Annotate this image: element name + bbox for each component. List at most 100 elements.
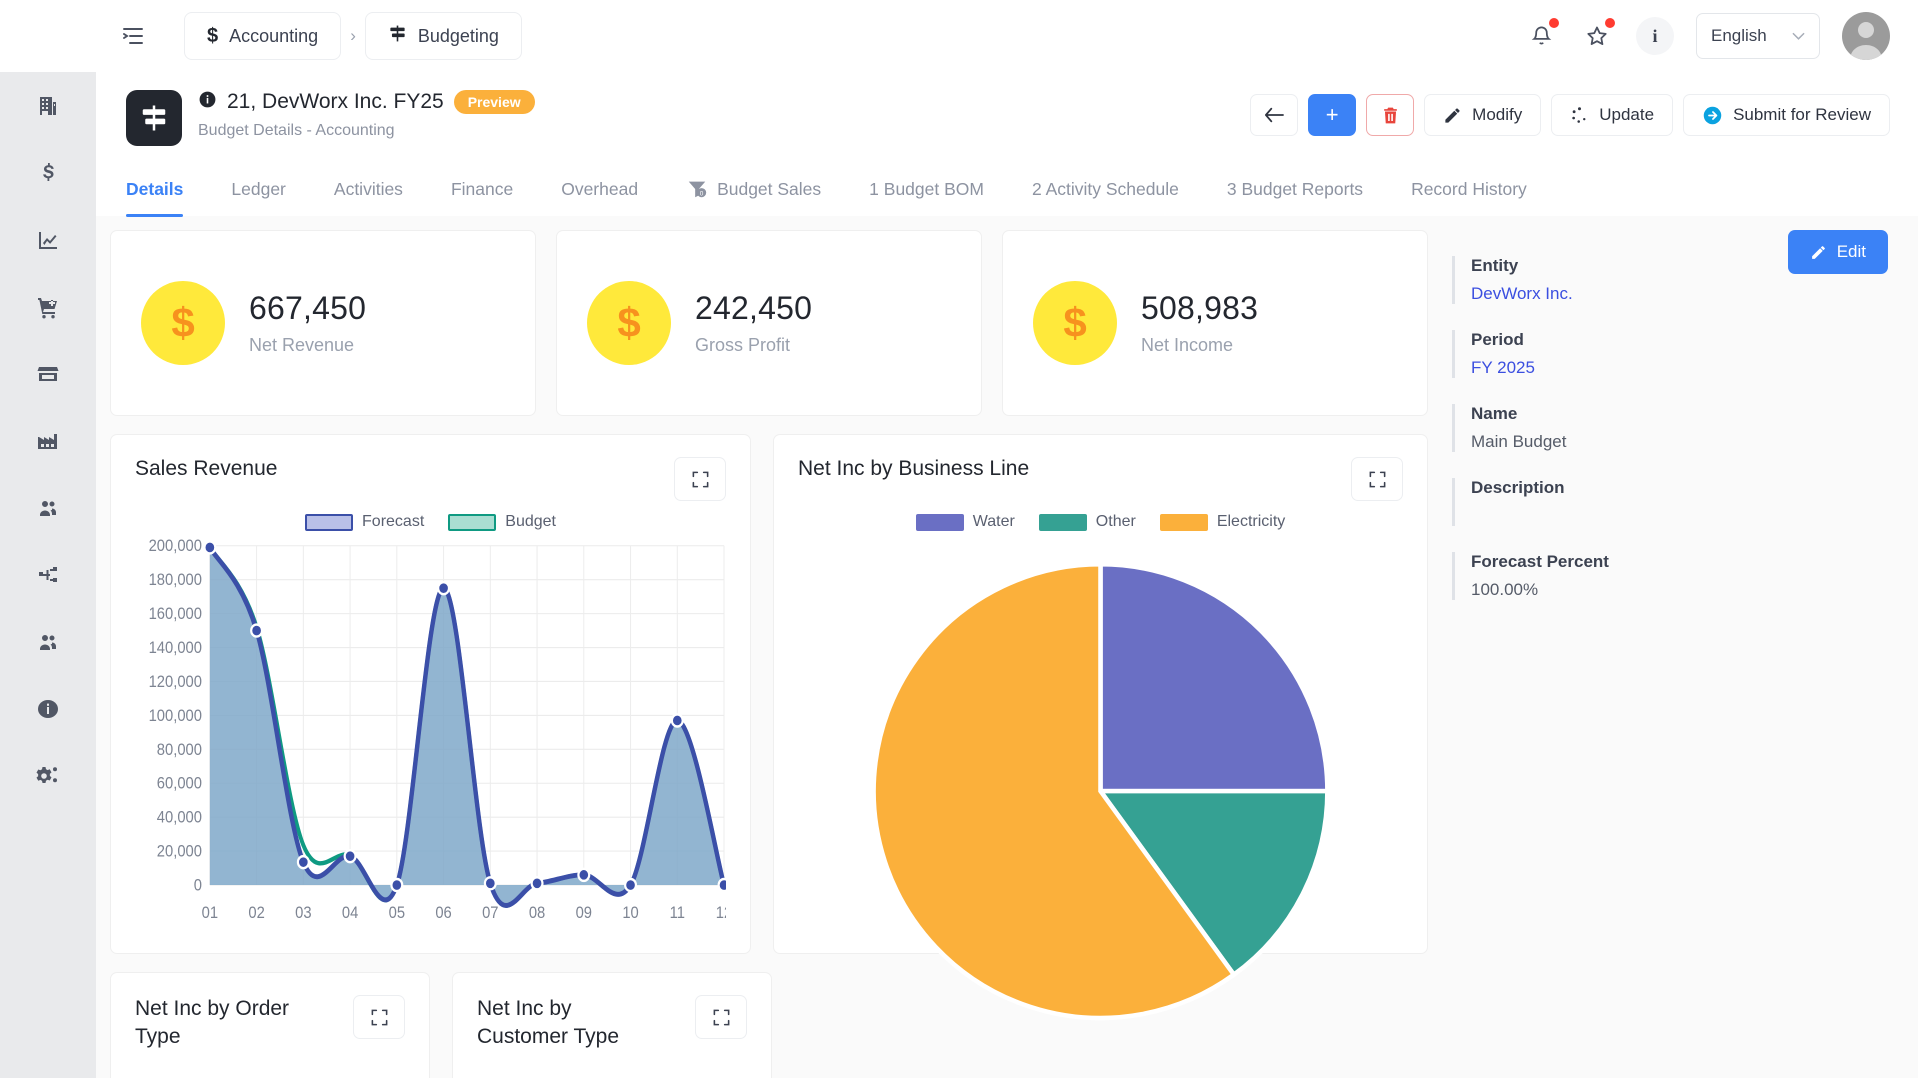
legend-swatch-forecast [305, 514, 353, 531]
info-icon[interactable]: i [1636, 17, 1674, 55]
pie-slice-water[interactable] [1101, 564, 1328, 791]
kpi-card-net-revenue: $ 667,450 Net Revenue [110, 230, 536, 416]
back-button[interactable] [1250, 94, 1298, 136]
field-value[interactable]: DevWorx Inc. [1471, 284, 1888, 304]
legend-item-other[interactable]: Other [1039, 513, 1136, 531]
update-label: Update [1599, 105, 1654, 125]
net-inc-business-line-plot [798, 537, 1403, 1051]
delete-button[interactable] [1366, 94, 1414, 136]
tab-budget-sales-label: Budget Sales [717, 179, 821, 200]
svg-text:20,000: 20,000 [157, 843, 202, 861]
svg-text:80,000: 80,000 [157, 741, 202, 759]
field-name: Name Main Budget [1452, 404, 1888, 452]
kpi-value: 508,983 [1141, 290, 1258, 327]
tab-activity-schedule[interactable]: 2 Activity Schedule [1032, 165, 1179, 216]
sidebar-item-sales[interactable] [0, 340, 96, 407]
expand-sales-revenue-button[interactable] [674, 457, 726, 501]
field-description: Description [1452, 478, 1888, 526]
arrow-right-circle-icon [1702, 105, 1723, 126]
filter-icon: 0 [686, 178, 708, 200]
field-value [1471, 506, 1888, 526]
tab-activity-schedule-label: 2 Activity Schedule [1032, 179, 1179, 200]
chart-card-net-inc-order-type: Net Inc by Order Type [110, 972, 430, 1078]
legend-item-water[interactable]: Water [916, 513, 1015, 531]
status-badge: Preview [454, 90, 535, 114]
tab-record-history[interactable]: Record History [1411, 165, 1527, 216]
modify-button[interactable]: Modify [1424, 94, 1541, 136]
tab-details[interactable]: Details [126, 165, 183, 216]
expand-net-inc-order-type-button[interactable] [353, 995, 405, 1039]
bell-icon[interactable] [1524, 19, 1558, 53]
breadcrumb-budgeting[interactable]: Budgeting [365, 12, 522, 60]
sidebar-item-accounting[interactable] [0, 139, 96, 206]
chart-title: Sales Revenue [135, 457, 277, 481]
sidebar-item-projects[interactable] [0, 541, 96, 608]
edit-button[interactable]: Edit [1788, 230, 1888, 274]
submit-label: Submit for Review [1733, 105, 1871, 125]
sidebar-collapse-icon[interactable] [116, 19, 150, 53]
legend-item-budget[interactable]: Budget [448, 513, 556, 531]
sidebar-item-settings[interactable] [0, 742, 96, 809]
tab-budget-bom[interactable]: 1 Budget BOM [869, 165, 984, 216]
sidebar-item-about[interactable] [0, 675, 96, 742]
sidebar-item-building[interactable] [0, 72, 96, 139]
notification-badge [1549, 18, 1559, 28]
breadcrumb-separator: › [350, 26, 356, 46]
sidebar-item-manufacturing[interactable] [0, 407, 96, 474]
language-select[interactable]: English [1696, 13, 1820, 59]
star-icon[interactable] [1580, 19, 1614, 53]
expand-icon [712, 1008, 731, 1027]
kpi-label: Gross Profit [695, 335, 812, 356]
dollar-icon: $ [141, 281, 225, 365]
expand-net-inc-customer-type-button[interactable] [695, 995, 747, 1039]
legend-swatch-electricity [1160, 514, 1208, 531]
sidebar-item-crm[interactable] [0, 608, 96, 675]
pencil-icon [1810, 244, 1827, 261]
tab-finance[interactable]: Finance [451, 165, 513, 216]
page-header: 21, DevWorx Inc. FY25 Preview Budget Det… [96, 72, 1918, 216]
tab-activities[interactable]: Activities [334, 165, 403, 216]
topbar-actions: i English [1524, 12, 1890, 60]
tab-ledger[interactable]: Ledger [231, 165, 286, 216]
dollar-icon: $ [587, 281, 671, 365]
field-label: Description [1471, 478, 1888, 498]
main-region: $ Accounting › Budgeting [96, 0, 1918, 1078]
legend-label-water: Water [973, 513, 1015, 531]
info-icon[interactable] [198, 90, 217, 114]
legend-item-electricity[interactable]: Electricity [1160, 513, 1285, 531]
tab-bar: Details Ledger Activities Finance Overhe… [126, 164, 1890, 216]
breadcrumb-accounting[interactable]: $ Accounting [184, 12, 341, 60]
dollar-icon: $ [1033, 281, 1117, 365]
svg-text:0: 0 [700, 190, 704, 197]
sidebar-item-analytics[interactable] [0, 206, 96, 273]
page-title: 21, DevWorx Inc. FY25 [227, 90, 444, 114]
tab-overhead[interactable]: Overhead [561, 165, 638, 216]
page-subtitle: Budget Details - Accounting [198, 122, 535, 140]
content-area: 21, DevWorx Inc. FY25 Preview Budget Det… [96, 72, 1918, 1078]
field-value[interactable]: FY 2025 [1471, 358, 1888, 378]
kpi-row: $ 667,450 Net Revenue $ 242,450 Gross Pr… [110, 230, 1428, 416]
tab-budget-reports-label: 3 Budget Reports [1227, 179, 1363, 200]
svg-text:08: 08 [529, 904, 545, 922]
submit-for-review-button[interactable]: Submit for Review [1683, 94, 1890, 136]
chart-card-net-inc-customer-type: Net Inc by Customer Type [452, 972, 772, 1078]
add-button[interactable]: + [1308, 94, 1356, 136]
tab-budget-sales[interactable]: 0 Budget Sales [686, 164, 821, 216]
legend-swatch-budget [448, 514, 496, 531]
update-button[interactable]: Update [1551, 94, 1673, 136]
legend-label-electricity: Electricity [1217, 513, 1285, 531]
expand-icon [1368, 470, 1387, 489]
expand-icon [691, 470, 710, 489]
svg-text:05: 05 [389, 904, 406, 922]
sidebar-item-hr[interactable] [0, 474, 96, 541]
svg-text:100,000: 100,000 [149, 707, 203, 725]
kpi-card-gross-profit: $ 242,450 Gross Profit [556, 230, 982, 416]
modify-label: Modify [1472, 105, 1522, 125]
expand-net-inc-business-line-button[interactable] [1351, 457, 1403, 501]
kpi-label: Net Revenue [249, 335, 366, 356]
legend-item-forecast[interactable]: Forecast [305, 513, 424, 531]
svg-text:11: 11 [670, 904, 685, 922]
tab-budget-reports[interactable]: 3 Budget Reports [1227, 165, 1363, 216]
sidebar-item-purchasing[interactable] [0, 273, 96, 340]
avatar[interactable] [1842, 12, 1890, 60]
